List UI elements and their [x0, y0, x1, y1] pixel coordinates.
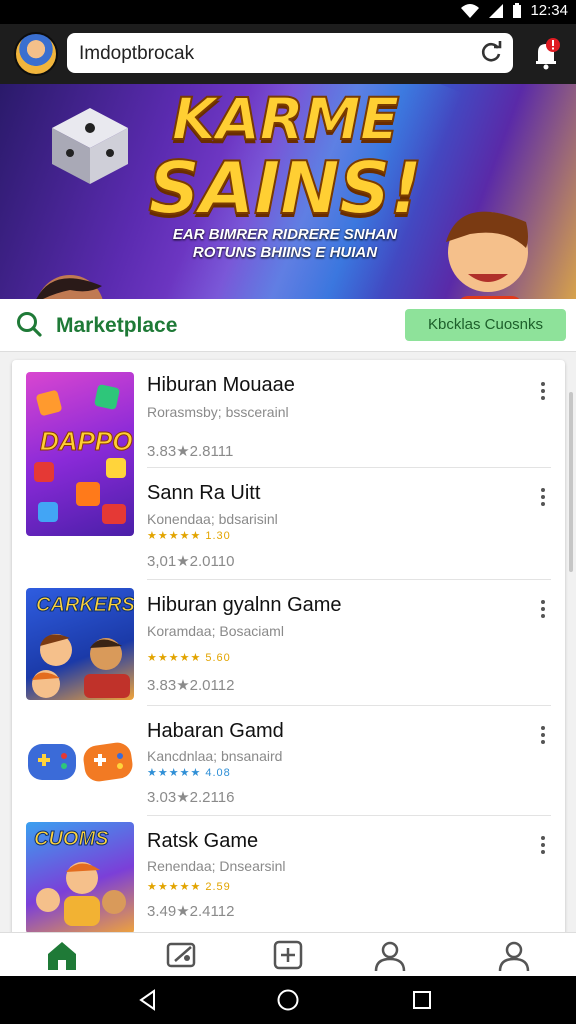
banner-subtitle: EAR BIMRER RIDRERE SNHAN ROTUNS BHIINS E…: [150, 226, 420, 262]
section-header: Marketplace Kbcklas Cuosnks: [0, 299, 576, 352]
status-bar: 12:34: [0, 0, 576, 24]
app-meta: 3,01★2.0110: [147, 553, 235, 570]
wifi-icon: [461, 3, 480, 18]
reload-icon[interactable]: [477, 39, 505, 67]
games-icon[interactable]: [164, 937, 200, 973]
app-subtitle: Kancdnlaa; bnsanaird: [147, 748, 283, 764]
more-options-icon[interactable]: [537, 724, 549, 746]
avatar[interactable]: [14, 32, 58, 76]
app-meta: 3.03★2.2116: [147, 789, 235, 806]
character-left-illustration: [36, 275, 103, 299]
more-options-icon[interactable]: [537, 380, 549, 402]
notification-icon[interactable]: [530, 36, 562, 70]
profile-icon[interactable]: [372, 937, 408, 973]
app-rating: ★★★★★ 1.30: [147, 530, 231, 542]
app-meta: 3.83★2.8111: [147, 443, 234, 460]
banner-subtitle-line1: EAR BIMRER RIDRERE SNHAN: [172, 226, 398, 243]
account-icon[interactable]: [496, 937, 532, 973]
app-list: DAPPO Hiburan Mouaae Rorasmsby; bsscerai…: [12, 360, 565, 940]
app-title: Hiburan gyalnn Game: [147, 594, 342, 616]
banner-title-line1: KARME: [171, 85, 401, 153]
app-meta: 3.83★2.0112: [147, 677, 235, 694]
list-item[interactable]: CUOMS Ratsk Game Renendaa; Dnsearsinl ★★…: [12, 816, 565, 940]
system-nav-bar: [0, 976, 576, 1024]
app-rating: ★★★★★ 2.59: [147, 881, 231, 893]
promo-banner[interactable]: KARME SAINS! EAR BIMRER RIDRERE SNHAN RO…: [0, 84, 576, 299]
top-bar: Imdoptbrocak: [0, 24, 576, 84]
more-options-icon[interactable]: [537, 834, 549, 856]
app-subtitle: Rorasmsby; bsscerainl: [147, 404, 289, 420]
list-item[interactable]: CARKERS Hiburan gyalnn Game Koramdaa; Bo…: [12, 580, 565, 706]
battery-icon: [513, 2, 522, 18]
app-title: Sann Ra Uitt: [147, 482, 261, 504]
home-button-icon[interactable]: [276, 988, 300, 1012]
bottom-nav: [0, 932, 576, 977]
list-item[interactable]: Habaran Gamd Kancdnlaa; bnsanaird ★★★★★ …: [12, 706, 565, 816]
signal-icon: [489, 3, 504, 18]
app-rating: ★★★★★ 4.08: [147, 767, 231, 779]
url-bar[interactable]: Imdoptbrocak: [67, 33, 513, 73]
app-title: Ratsk Game: [147, 830, 259, 852]
app-thumbnail: CUOMS: [26, 822, 134, 934]
recents-icon[interactable]: [410, 988, 434, 1012]
back-icon[interactable]: [136, 988, 160, 1012]
app-subtitle: Koramdaa; Bosaciaml: [147, 623, 284, 639]
thumbnail-label: DAPPO: [39, 426, 133, 457]
home-icon[interactable]: [44, 937, 80, 973]
section-action-button[interactable]: Kbcklas Cuosnks: [405, 309, 566, 341]
app-thumbnail: CARKERS: [26, 588, 134, 700]
search-icon[interactable]: [16, 311, 42, 337]
app-subtitle: Renendaa; Dnsearsinl: [147, 858, 286, 874]
url-text[interactable]: Imdoptbrocak: [79, 43, 194, 65]
banner-subtitle-line2: ROTUNS BHIINS E HUIAN: [192, 244, 378, 261]
apps-icon[interactable]: [270, 937, 306, 973]
gamepad-icon: [28, 742, 133, 782]
status-time: 12:34: [530, 2, 568, 19]
dice-illustration: [52, 108, 128, 184]
banner-title-line2: SAINS!: [147, 146, 423, 230]
section-title: Marketplace: [56, 314, 178, 337]
thumbnail-label: CARKERS: [36, 594, 134, 617]
app-rating: ★★★★★ 5.60: [147, 652, 231, 664]
banner-title: KARME SAINS!: [140, 85, 430, 230]
scrollbar[interactable]: [569, 392, 573, 572]
app-title: Habaran Gamd: [147, 720, 284, 742]
more-options-icon[interactable]: [537, 598, 549, 620]
list-item[interactable]: Sann Ra Uitt Konendaa; bdsarisinl ★★★★★ …: [12, 468, 565, 580]
app-meta: 3.49★2.4112: [147, 903, 235, 920]
app-title: Hiburan Mouaae: [147, 374, 295, 396]
app-subtitle: Konendaa; bdsarisinl: [147, 511, 278, 527]
character-right-illustration: [446, 211, 528, 299]
thumbnail-label: CUOMS: [33, 828, 109, 851]
list-item[interactable]: DAPPO Hiburan Mouaae Rorasmsby; bsscerai…: [12, 360, 565, 536]
more-options-icon[interactable]: [537, 486, 549, 508]
